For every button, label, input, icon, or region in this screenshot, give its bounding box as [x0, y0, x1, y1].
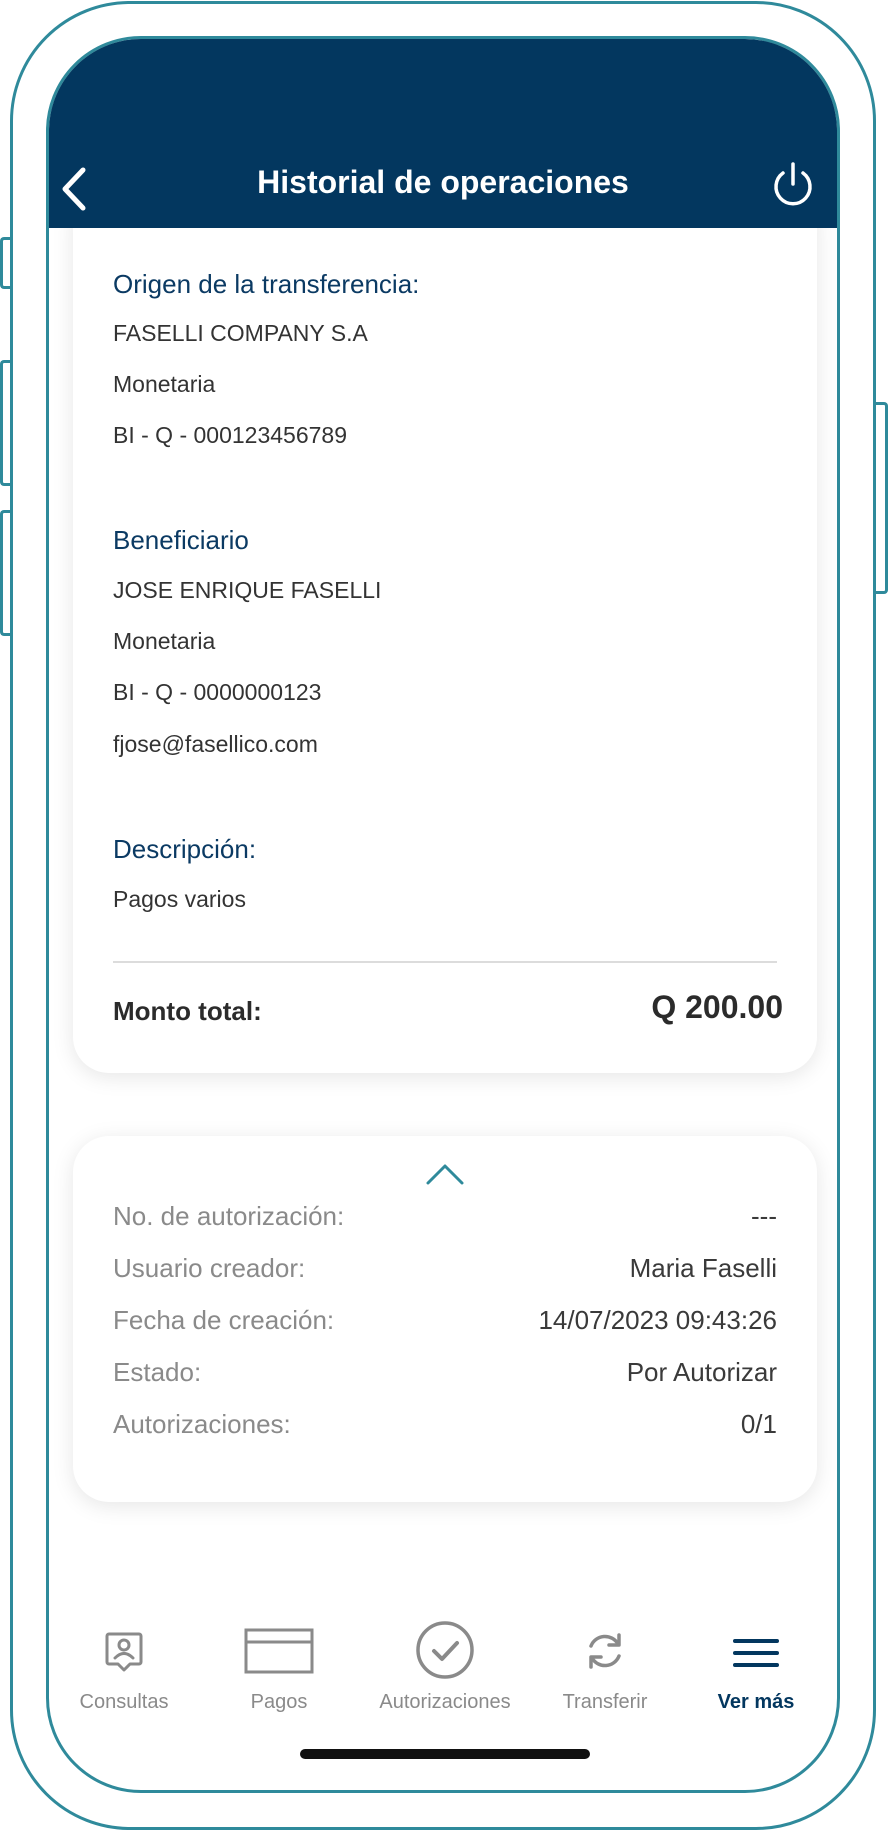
- detail-key: No. de autorización:: [113, 1201, 345, 1231]
- origin-account-type: Monetaria: [113, 371, 216, 397]
- detail-value: Maria Faselli: [629, 1253, 777, 1283]
- nav-label: Consultas: [79, 1691, 169, 1713]
- nav-label: Autorizaciones: [379, 1691, 511, 1713]
- nav-label: Ver más: [717, 1691, 795, 1713]
- nav-item-transferir[interactable]: Transferir: [530, 1624, 680, 1724]
- beneficiary-label: Beneficiario: [113, 525, 249, 555]
- phone-screen: Historial de operaciones Origen de la tr…: [46, 36, 840, 1793]
- card-icon: [244, 1628, 314, 1674]
- detail-key: Fecha de creación:: [113, 1305, 335, 1335]
- beneficiary-name: JOSE ENRIQUE FASELLI: [113, 577, 382, 603]
- detail-row-authorizations: Autorizaciones: 0/1: [113, 1409, 777, 1445]
- power-icon[interactable]: [769, 161, 817, 209]
- refresh-icon: [589, 1633, 621, 1669]
- home-indicator: [300, 1749, 590, 1759]
- detail-row-creation-date: Fecha de creación: 14/07/2023 09:43:26: [113, 1305, 777, 1341]
- page-title: Historial de operaciones: [257, 164, 629, 200]
- authorization-details-card: No. de autorización: --- Usuario creador…: [73, 1136, 817, 1502]
- nav-item-autorizaciones[interactable]: Autorizaciones: [360, 1621, 530, 1724]
- nav-item-pagos[interactable]: Pagos: [204, 1624, 354, 1724]
- detail-value: ---: [751, 1201, 777, 1231]
- nav-item-consultas[interactable]: Consultas: [49, 1624, 199, 1724]
- detail-value: 0/1: [740, 1409, 777, 1439]
- check-circle-icon: [416, 1621, 474, 1679]
- detail-key: Estado:: [113, 1357, 202, 1387]
- transfer-detail-card: Origen de la transferencia: FASELLI COMP…: [73, 189, 817, 1073]
- detail-row-status: Estado: Por Autorizar: [113, 1357, 777, 1393]
- origin-account-number: BI - Q - 000123456789: [113, 422, 347, 448]
- total-amount: Q 200.00: [651, 989, 783, 1025]
- app-header: Historial de operaciones: [49, 39, 837, 228]
- chevron-up-icon[interactable]: [425, 1162, 465, 1186]
- origin-name: FASELLI COMPANY S.A: [113, 320, 368, 346]
- detail-row-creator: Usuario creador: Maria Faselli: [113, 1253, 777, 1289]
- bottom-navigation: Consultas Pagos Autorizaciones Transferi…: [49, 1621, 837, 1724]
- description-label: Descripción:: [113, 834, 257, 864]
- detail-value: 14/07/2023 09:43:26: [538, 1305, 777, 1335]
- total-label: Monto total:: [113, 996, 262, 1026]
- beneficiary-account-number: BI - Q - 0000000123: [113, 679, 322, 705]
- detail-row-authorization-number: No. de autorización: ---: [113, 1201, 777, 1237]
- nav-label: Transferir: [562, 1691, 648, 1713]
- divider: [113, 961, 777, 963]
- menu-icon: [733, 1639, 779, 1667]
- nav-item-ver-mas[interactable]: Ver más: [681, 1624, 831, 1724]
- detail-key: Usuario creador:: [113, 1253, 306, 1283]
- nav-label: Pagos: [250, 1691, 308, 1713]
- detail-value: Por Autorizar: [626, 1357, 777, 1387]
- beneficiary-account-type: Monetaria: [113, 628, 216, 654]
- beneficiary-email: fjose@fasellico.com: [113, 731, 318, 757]
- detail-key: Autorizaciones:: [113, 1409, 291, 1439]
- profile-badge-icon: [105, 1632, 143, 1672]
- description-value: Pagos varios: [113, 886, 246, 912]
- origin-label: Origen de la transferencia:: [113, 269, 420, 299]
